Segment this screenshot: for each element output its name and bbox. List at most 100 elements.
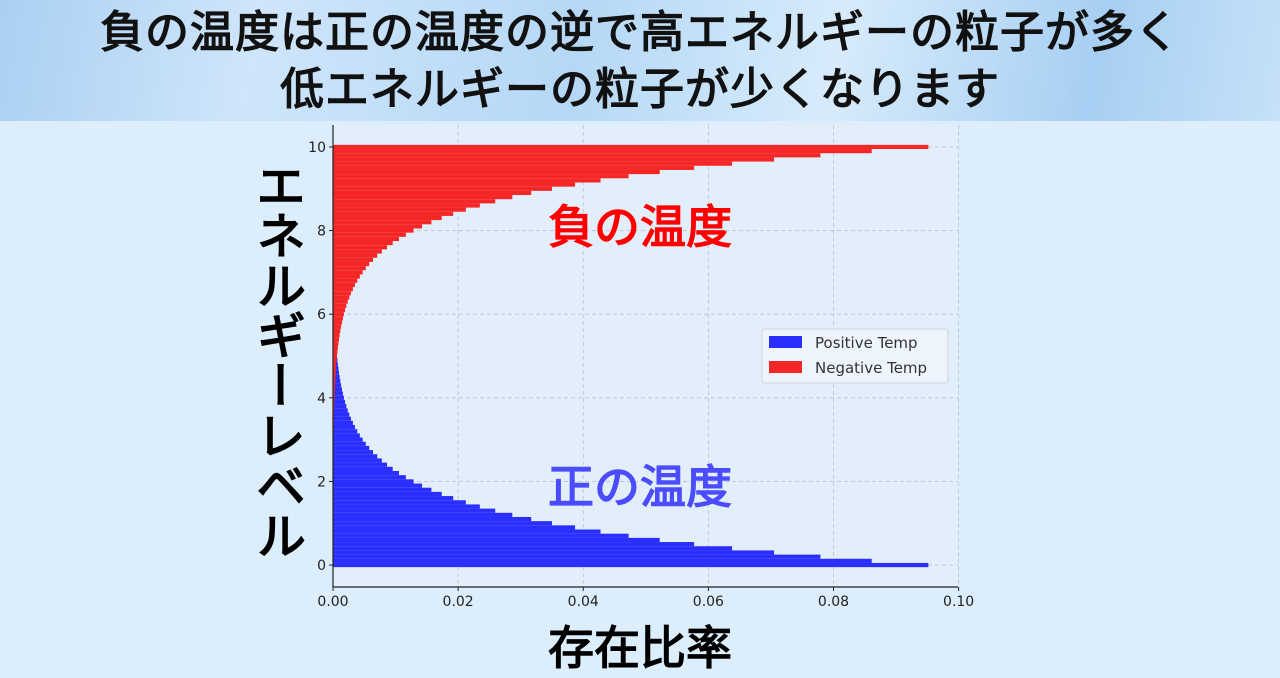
x-tick-label: 0.06 xyxy=(693,594,724,610)
bar-positive-temp xyxy=(333,542,694,546)
bar-positive-temp xyxy=(333,467,393,471)
bar-negative-temp xyxy=(333,178,601,182)
legend-label-positive: Positive Temp xyxy=(815,334,918,352)
bar-positive-temp xyxy=(333,534,629,538)
bar-positive-temp xyxy=(333,396,344,400)
bar-negative-temp xyxy=(333,187,552,191)
bar-positive-temp xyxy=(333,530,601,534)
bar-negative-temp xyxy=(333,283,355,287)
x-tick-label: 0.08 xyxy=(818,594,849,610)
bar-positive-temp xyxy=(333,404,346,408)
bar-negative-temp xyxy=(333,287,353,291)
bar-negative-temp xyxy=(333,224,422,228)
bar-negative-temp xyxy=(333,182,575,186)
bar-negative-temp xyxy=(333,220,431,224)
x-tick-label: 0.10 xyxy=(943,594,974,610)
bar-negative-temp xyxy=(333,279,357,283)
bar-positive-temp xyxy=(333,421,353,425)
bar-positive-temp xyxy=(333,400,345,404)
bar-positive-temp xyxy=(333,458,382,462)
bar-positive-temp xyxy=(333,429,357,433)
bar-positive-temp xyxy=(333,471,399,475)
bar-positive-temp xyxy=(333,525,575,529)
bar-positive-temp xyxy=(333,438,363,442)
bar-negative-temp xyxy=(333,337,339,341)
bar-negative-temp xyxy=(333,170,660,174)
y-tick-label: 4 xyxy=(317,391,326,407)
bar-negative-temp xyxy=(333,308,345,312)
bar-positive-temp xyxy=(333,408,348,412)
bar-positive-temp xyxy=(333,559,872,563)
bar-negative-temp xyxy=(333,162,732,166)
x-tick-label: 0.04 xyxy=(568,594,599,610)
bar-negative-temp xyxy=(333,233,406,237)
bar-negative-temp xyxy=(333,249,382,253)
bar-negative-temp xyxy=(333,266,366,270)
bar-positive-temp xyxy=(333,550,774,554)
bar-negative-temp xyxy=(333,316,343,320)
bar-positive-temp xyxy=(333,454,377,458)
bar-positive-temp xyxy=(333,555,820,559)
bar-negative-temp xyxy=(333,300,348,304)
legend: Positive Temp Negative Temp xyxy=(762,329,948,383)
bar-positive-temp xyxy=(333,538,660,542)
x-tick-label: 0.02 xyxy=(443,594,474,610)
bar-negative-temp xyxy=(333,354,337,358)
legend-swatch-negative xyxy=(769,361,802,373)
bar-positive-temp xyxy=(333,513,512,517)
bar-negative-temp xyxy=(333,149,872,153)
bar-positive-temp xyxy=(333,492,442,496)
bar-positive-temp xyxy=(333,504,480,508)
bar-negative-temp xyxy=(333,274,360,278)
bar-negative-temp xyxy=(333,216,442,220)
bar-negative-temp xyxy=(333,145,928,149)
bar-negative-temp xyxy=(333,325,341,329)
bar-positive-temp xyxy=(333,433,360,437)
bar-positive-temp xyxy=(333,417,351,421)
y-tick-label: 8 xyxy=(317,224,326,240)
y-tick-label: 6 xyxy=(317,307,326,323)
bar-negative-temp xyxy=(333,174,629,178)
legend-label-negative: Negative Temp xyxy=(815,359,927,377)
bar-negative-temp xyxy=(333,333,340,337)
bar-positive-temp xyxy=(333,479,414,483)
bar-negative-temp xyxy=(333,346,338,350)
bar-negative-temp xyxy=(333,258,373,262)
energy-distribution-chart: 0.000.020.040.060.080.100246810 負の温度 正の温… xyxy=(0,0,1280,670)
bar-negative-temp xyxy=(333,241,393,245)
bar-negative-temp xyxy=(333,312,344,316)
bar-negative-temp xyxy=(333,191,531,195)
bar-negative-temp xyxy=(333,199,495,203)
bar-positive-temp xyxy=(333,509,495,513)
bar-negative-temp xyxy=(333,295,349,299)
bar-positive-temp xyxy=(333,475,406,479)
y-axis-label: エネルギーレベル xyxy=(246,160,302,560)
annotation-negative-temp: 負の温度 xyxy=(548,200,732,254)
bar-positive-temp xyxy=(333,425,355,429)
bar-positive-temp xyxy=(333,500,466,504)
bar-negative-temp xyxy=(333,350,337,354)
y-tick-label: 10 xyxy=(308,140,326,156)
bar-positive-temp xyxy=(333,546,732,550)
bar-positive-temp xyxy=(333,484,422,488)
bar-negative-temp xyxy=(333,195,512,199)
x-tick-label: 0.00 xyxy=(317,594,348,610)
bar-negative-temp xyxy=(333,237,399,241)
bar-positive-temp xyxy=(333,450,373,454)
bar-positive-temp xyxy=(333,463,387,467)
bar-positive-temp xyxy=(333,488,431,492)
legend-swatch-positive xyxy=(769,336,802,348)
bar-negative-temp xyxy=(333,245,387,249)
bar-negative-temp xyxy=(333,262,369,266)
bar-positive-temp xyxy=(333,412,349,416)
bar-positive-temp xyxy=(333,496,453,500)
bar-negative-temp xyxy=(333,228,414,232)
x-axis-label: 存在比率 xyxy=(440,612,840,678)
y-tick-label: 2 xyxy=(317,474,326,490)
bar-negative-temp xyxy=(333,320,342,324)
bar-negative-temp xyxy=(333,254,377,258)
bar-positive-temp xyxy=(333,517,531,521)
bar-negative-temp xyxy=(333,203,480,207)
bar-positive-temp xyxy=(333,563,928,567)
bar-positive-temp xyxy=(333,521,552,525)
